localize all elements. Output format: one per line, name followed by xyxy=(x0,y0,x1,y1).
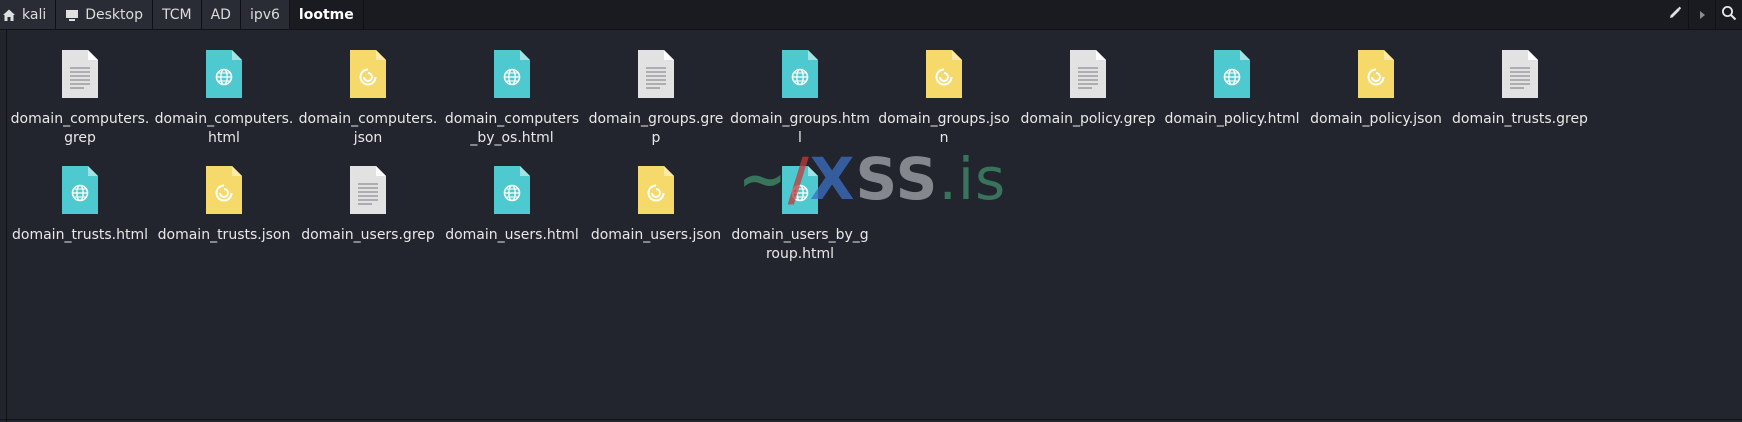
breadcrumb-desktop[interactable]: Desktop xyxy=(56,0,153,29)
desktop-icon xyxy=(65,8,79,22)
json-file-icon xyxy=(204,164,244,216)
file-item[interactable]: domain_trusts.json xyxy=(154,146,294,256)
file-name: domain_groups.html xyxy=(730,111,870,146)
text-file-icon xyxy=(636,48,676,100)
breadcrumb-lootme[interactable]: lootme xyxy=(289,0,364,29)
file-name: domain_policy.html xyxy=(1164,111,1300,127)
file-item[interactable]: domain_users.grep xyxy=(298,146,438,256)
file-name: domain_users_by_group.html xyxy=(731,227,869,262)
file-name: domain_groups.grep xyxy=(588,111,724,146)
file-name: domain_users.json xyxy=(590,227,722,243)
text-file-icon xyxy=(1068,48,1108,100)
html-file-icon xyxy=(492,164,532,216)
breadcrumb-tcm[interactable]: TCM xyxy=(152,0,202,29)
file-item[interactable]: domain_computers_by_os.html xyxy=(442,30,582,146)
file-item[interactable]: domain_computers.json xyxy=(298,30,438,146)
file-item[interactable]: domain_trusts.grep xyxy=(1450,30,1590,140)
json-file-icon xyxy=(924,48,964,100)
text-file-icon xyxy=(60,48,100,100)
file-item[interactable]: domain_policy.html xyxy=(1162,30,1302,140)
file-item[interactable]: domain_computers.html xyxy=(154,30,294,146)
file-item[interactable]: domain_computers.grep xyxy=(10,30,150,146)
file-item[interactable]: domain_groups.grep xyxy=(586,30,726,146)
file-item[interactable]: domain_users_by_group.html xyxy=(730,146,870,262)
search-button[interactable] xyxy=(1716,0,1742,29)
file-name: domain_policy.json xyxy=(1310,111,1442,127)
file-name: domain_policy.grep xyxy=(1020,111,1156,127)
file-item[interactable]: domain_users.html xyxy=(442,146,582,256)
file-item[interactable]: domain_policy.json xyxy=(1306,30,1446,140)
divider xyxy=(0,419,1742,420)
text-file-icon xyxy=(348,164,388,216)
breadcrumb-ad[interactable]: AD xyxy=(201,0,241,29)
html-file-icon xyxy=(1212,48,1252,100)
search-icon xyxy=(1721,5,1737,25)
path-bar: kali Desktop TCM AD ipv6 lootme xyxy=(0,0,1742,30)
file-item[interactable]: domain_trusts.html xyxy=(10,146,150,256)
json-file-icon xyxy=(636,164,676,216)
breadcrumb-label: TCM xyxy=(161,6,192,23)
file-name: domain_groups.json xyxy=(878,111,1010,146)
file-item[interactable]: domain_users.json xyxy=(586,146,726,256)
file-name: domain_users.html xyxy=(445,227,579,243)
breadcrumb-label: Desktop xyxy=(85,6,143,23)
file-name: domain_trusts.html xyxy=(12,227,148,243)
breadcrumb: kali Desktop TCM AD ipv6 lootme xyxy=(0,0,364,29)
breadcrumb-label: kali xyxy=(22,6,47,23)
file-name: domain_computers.grep xyxy=(10,111,150,146)
file-name: domain_computers_by_os.html xyxy=(444,111,580,146)
json-file-icon xyxy=(348,48,388,100)
file-name: domain_computers.html xyxy=(154,111,294,146)
text-file-icon xyxy=(1500,48,1540,100)
pencil-icon xyxy=(1668,5,1682,24)
html-file-icon xyxy=(780,48,820,100)
file-name: domain_trusts.json xyxy=(157,227,291,243)
breadcrumb-ipv6[interactable]: ipv6 xyxy=(240,0,290,29)
html-file-icon xyxy=(492,48,532,100)
file-grid: domain_computers.grep domain_computers.ht… xyxy=(0,30,1742,410)
breadcrumb-kali[interactable]: kali xyxy=(0,0,57,29)
json-file-icon xyxy=(1356,48,1396,100)
file-item[interactable]: domain_policy.grep xyxy=(1018,30,1158,140)
breadcrumb-label: AD xyxy=(210,6,231,23)
file-name: domain_trusts.grep xyxy=(1452,111,1588,127)
html-file-icon xyxy=(780,164,820,216)
breadcrumb-label: lootme xyxy=(298,6,354,23)
html-file-icon xyxy=(204,48,244,100)
file-name: domain_users.grep xyxy=(301,227,435,243)
home-icon xyxy=(2,8,16,22)
chevron-right-icon xyxy=(1697,5,1707,24)
breadcrumb-label: ipv6 xyxy=(249,6,280,23)
html-file-icon xyxy=(60,164,100,216)
file-item[interactable]: domain_groups.json xyxy=(874,30,1014,146)
file-name: domain_computers.json xyxy=(298,111,438,146)
forward-button[interactable] xyxy=(1689,0,1715,29)
edit-location-button[interactable] xyxy=(1662,0,1688,29)
file-item[interactable]: domain_groups.html xyxy=(730,30,870,146)
